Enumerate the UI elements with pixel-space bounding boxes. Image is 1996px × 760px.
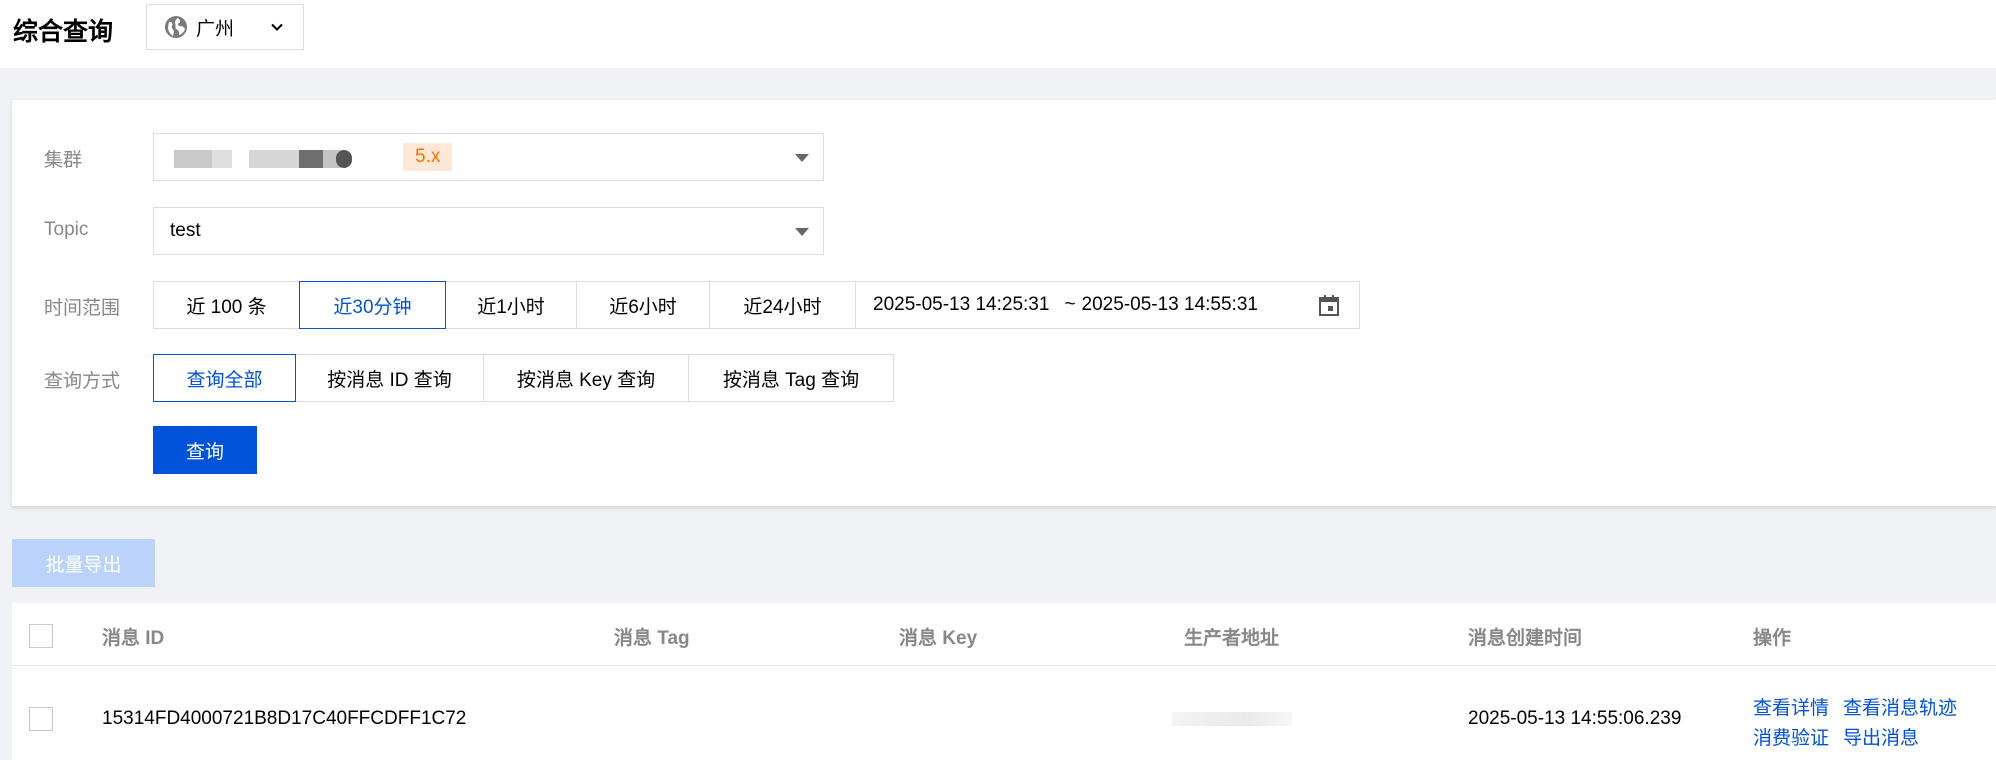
topic-label: Topic <box>44 219 89 240</box>
column-header-key: 消息 Key <box>899 628 978 649</box>
caret-down-icon <box>795 154 809 162</box>
query-panel: 集群 5.x Topic test 时间范围 近 100 条 近30分钟 近1小… <box>12 100 1996 506</box>
column-header-message-id: 消息 ID <box>102 628 165 649</box>
header-divider <box>12 665 1996 666</box>
region-label: 广州 <box>196 18 235 40</box>
message-id-cell: 15314FD4000721B8D17C40FFCDFF1C72 <box>102 708 467 729</box>
query-button[interactable]: 查询 <box>153 426 257 474</box>
date-range-picker[interactable]: 2025-05-13 14:25:31 ~ 2025-05-13 14:55:3… <box>855 281 1360 329</box>
query-mode-by-id[interactable]: 按消息 ID 查询 <box>295 354 484 402</box>
page-title: 综合查询 <box>13 18 114 46</box>
date-range-end: 2025-05-13 14:55:31 <box>1081 294 1258 315</box>
query-mode-by-tag[interactable]: 按消息 Tag 查询 <box>688 354 894 402</box>
time-option-6h[interactable]: 近6小时 <box>576 281 710 329</box>
chevron-down-icon <box>271 23 283 31</box>
query-mode-by-key[interactable]: 按消息 Key 查询 <box>483 354 689 402</box>
export-message-link[interactable]: 导出消息 <box>1843 723 1919 750</box>
query-mode-label: 查询方式 <box>44 371 121 392</box>
region-select[interactable]: 广州 <box>146 4 304 50</box>
select-all-checkbox[interactable] <box>29 624 53 648</box>
time-option-30min[interactable]: 近30分钟 <box>299 281 446 329</box>
producer-address-redacted <box>1172 712 1292 726</box>
page-header: 综合查询 广州 <box>0 0 1996 68</box>
globe-icon <box>165 16 187 38</box>
topic-value: test <box>170 220 201 241</box>
query-mode-all[interactable]: 查询全部 <box>153 354 296 402</box>
view-details-link[interactable]: 查看详情 <box>1753 693 1829 720</box>
view-trace-link[interactable]: 查看消息轨迹 <box>1843 693 1957 720</box>
created-at-cell: 2025-05-13 14:55:06.239 <box>1468 708 1682 729</box>
time-option-1h[interactable]: 近1小时 <box>445 281 577 329</box>
query-mode-group: 查询全部 按消息 ID 查询 按消息 Key 查询 按消息 Tag 查询 <box>153 354 894 402</box>
topic-select[interactable]: test <box>153 207 824 255</box>
cluster-label: 集群 <box>44 150 83 171</box>
time-option-last-100[interactable]: 近 100 条 <box>153 281 300 329</box>
caret-down-icon <box>795 228 809 236</box>
consume-verify-link[interactable]: 消费验证 <box>1753 723 1829 750</box>
column-header-created-at: 消息创建时间 <box>1468 628 1583 649</box>
column-header-tag: 消息 Tag <box>614 628 690 649</box>
time-range-group: 近 100 条 近30分钟 近1小时 近6小时 近24小时 2025-05-13… <box>153 281 1360 329</box>
time-option-24h[interactable]: 近24小时 <box>709 281 856 329</box>
column-header-producer: 生产者地址 <box>1184 628 1280 649</box>
calendar-icon <box>1319 295 1339 316</box>
row-checkbox[interactable] <box>29 707 53 731</box>
date-range-start: 2025-05-13 14:25:31 <box>873 294 1050 315</box>
time-range-label: 时间范围 <box>44 298 121 319</box>
batch-export-button[interactable]: 批量导出 <box>12 539 155 587</box>
message-table: 消息 ID 消息 Tag 消息 Key 生产者地址 消息创建时间 操作 1531… <box>12 603 1996 760</box>
version-badge: 5.x <box>403 143 453 171</box>
column-header-actions: 操作 <box>1753 628 1792 649</box>
cluster-select[interactable]: 5.x <box>153 133 824 181</box>
date-range-separator: ~ <box>1064 294 1076 315</box>
